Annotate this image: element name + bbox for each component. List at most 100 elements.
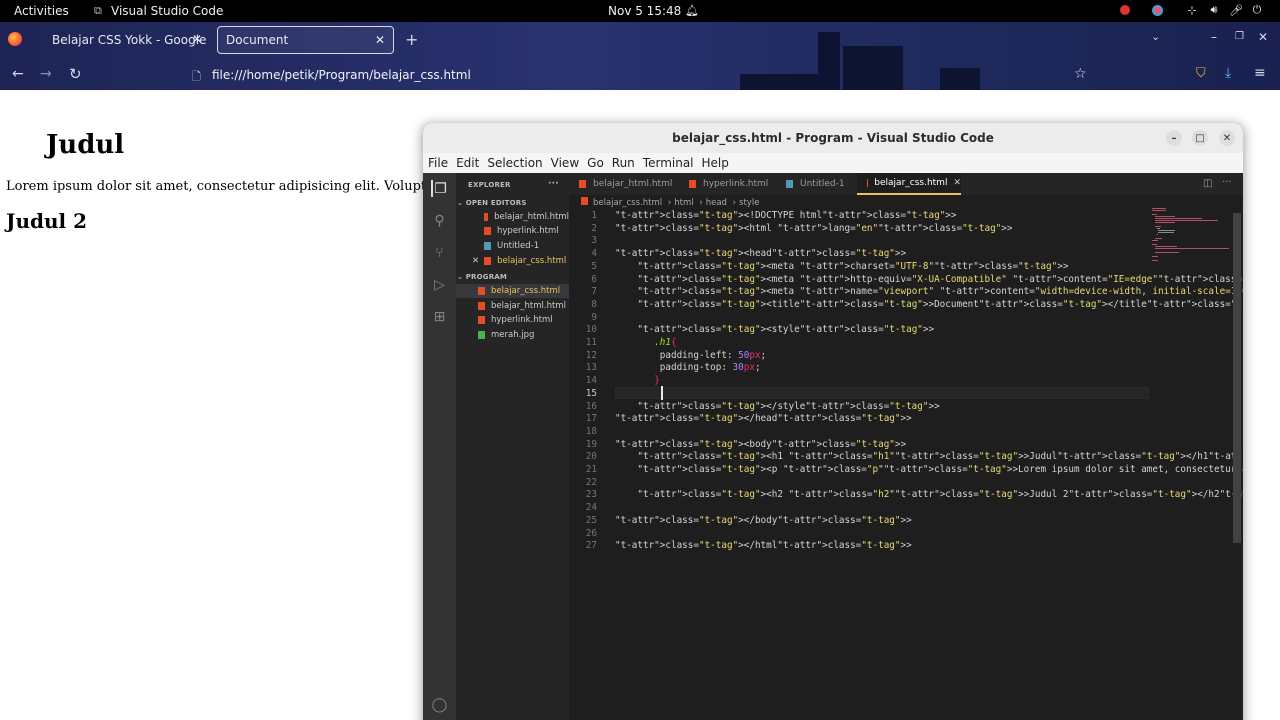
menu-terminal[interactable]: Terminal bbox=[643, 156, 694, 170]
code-line[interactable]: "t-attr">class="t-tag"><h2 "t-attr">clas… bbox=[615, 489, 1243, 500]
split-editor-icon[interactable]: ◫ bbox=[1203, 178, 1212, 189]
tab-belajar-css[interactable]: Belajar CSS Yokk - Google ✕ bbox=[38, 26, 210, 54]
close-tab-icon[interactable]: ✕ bbox=[375, 33, 385, 47]
vscode-close-icon[interactable]: ✕ bbox=[1219, 130, 1235, 146]
minimap[interactable] bbox=[1152, 208, 1232, 268]
open-editor-item[interactable]: belajar_html.html bbox=[456, 210, 569, 224]
editor-tab-active[interactable]: belajar_css.html ✕ bbox=[857, 173, 961, 195]
source-control-icon[interactable]: ⑂ bbox=[431, 244, 448, 261]
file-item-active[interactable]: belajar_css.html bbox=[456, 284, 569, 298]
editor-tab[interactable]: hyperlink.html bbox=[689, 173, 779, 195]
file-item[interactable]: belajar_html.html bbox=[456, 299, 569, 313]
editor-tab[interactable]: belajar_html.html bbox=[579, 173, 679, 195]
url-bar[interactable]: 🗋︎ file:///home/petik/Program/belajar_cs… bbox=[190, 64, 1090, 86]
back-arrow-icon[interactable]: ← bbox=[12, 66, 24, 82]
microphone-icon[interactable]: 🎤︎ bbox=[1229, 3, 1243, 17]
activities-button[interactable]: Activities bbox=[14, 4, 69, 18]
record-indicator-icon[interactable] bbox=[1118, 3, 1132, 17]
volume-icon[interactable]: 🔊︎ bbox=[1207, 3, 1221, 17]
code-line[interactable]: padding-left: 50px; bbox=[615, 350, 766, 361]
new-tab-button[interactable]: + bbox=[405, 30, 418, 49]
code-line[interactable]: "t-attr">class="t-tag"><title"t-attr">cl… bbox=[615, 299, 1243, 310]
line-number: 12 bbox=[585, 349, 597, 361]
notification-bell-icon[interactable]: 🔔︎ bbox=[685, 3, 699, 17]
bookmark-star-icon[interactable]: ☆ bbox=[1074, 66, 1087, 82]
code-line[interactable]: } bbox=[615, 375, 660, 386]
vscode-maximize-icon[interactable]: □ bbox=[1192, 130, 1208, 146]
run-debug-icon[interactable]: ▷ bbox=[431, 276, 448, 293]
code-line[interactable]: padding-top: 30px; bbox=[615, 362, 761, 373]
account-icon[interactable]: ◯ bbox=[431, 696, 448, 713]
folder-header-program[interactable]: ⌄ PROGRAM bbox=[457, 273, 507, 281]
code-line[interactable]: "t-attr">class="t-tag"><body"t-attr">cla… bbox=[615, 439, 906, 450]
editor-scrollbar[interactable] bbox=[1233, 213, 1241, 543]
open-editor-item[interactable]: hyperlink.html bbox=[456, 224, 569, 238]
network-icon[interactable]: ⊹ bbox=[1185, 3, 1199, 17]
close-tab-icon[interactable]: ✕ bbox=[953, 178, 961, 188]
power-icon[interactable]: ⏻ bbox=[1250, 3, 1264, 17]
breadcrumb-item[interactable]: html bbox=[674, 198, 693, 208]
file-item[interactable]: hyperlink.html bbox=[456, 313, 569, 327]
breadcrumb-item[interactable]: head bbox=[706, 198, 727, 208]
open-editors-header[interactable]: ⌄ OPEN EDITORS bbox=[457, 199, 527, 207]
restore-window-icon[interactable]: ❐ bbox=[1235, 31, 1244, 42]
explorer-more-icon[interactable]: ··· bbox=[548, 179, 559, 189]
code-line[interactable]: "t-attr">class="t-tag"><!DOCTYPE html"t-… bbox=[615, 210, 956, 221]
explorer-files-icon[interactable]: ❐ bbox=[431, 180, 448, 197]
downloads-icon[interactable]: ⤓ bbox=[1225, 65, 1231, 81]
vscode-app-icon: ⧉ bbox=[94, 4, 102, 17]
menu-help[interactable]: Help bbox=[702, 156, 729, 170]
code-line[interactable]: "t-attr">class="t-tag"></head"t-attr">cl… bbox=[615, 413, 912, 424]
chevron-right-icon: › bbox=[699, 198, 703, 208]
pocket-icon[interactable]: ⛉ bbox=[1196, 66, 1206, 81]
editor-area: belajar_html.html hyperlink.html Untitle… bbox=[569, 173, 1243, 720]
line-number: 21 bbox=[585, 464, 597, 475]
menu-file[interactable]: File bbox=[428, 156, 448, 170]
reload-icon[interactable]: ↻ bbox=[69, 65, 82, 83]
more-actions-icon[interactable]: ··· bbox=[1222, 177, 1232, 188]
code-line[interactable]: "t-attr">class="t-tag"><html "t-attr">la… bbox=[615, 223, 1012, 234]
code-line[interactable]: "t-attr">class="t-tag"><head"t-attr">cla… bbox=[615, 248, 906, 259]
code-line[interactable]: "t-attr">class="t-tag"></body"t-attr">cl… bbox=[615, 515, 912, 526]
menu-edit[interactable]: Edit bbox=[456, 156, 479, 170]
code-line[interactable]: "t-attr">class="t-tag"><p "t-attr">class… bbox=[615, 464, 1243, 475]
code-line[interactable]: "t-attr">class="t-tag"></html"t-attr">cl… bbox=[615, 540, 912, 551]
file-item[interactable]: merah.jpg bbox=[456, 328, 569, 342]
app-menu-label[interactable]: Visual Studio Code bbox=[111, 4, 223, 18]
close-editor-icon[interactable]: ✕ bbox=[472, 256, 479, 266]
minimap-line bbox=[1154, 218, 1203, 219]
code-line[interactable]: "t-attr">class="t-tag"><meta "t-attr">ht… bbox=[615, 274, 1243, 285]
menu-selection[interactable]: Selection bbox=[487, 156, 542, 170]
open-editor-item-active[interactable]: ✕ belajar_css.html bbox=[456, 254, 569, 268]
vscode-minimize-icon[interactable]: – bbox=[1166, 130, 1182, 146]
list-tabs-chevron-icon[interactable]: ⌄ bbox=[1151, 30, 1160, 43]
editor-tab[interactable]: Untitled-1 bbox=[786, 173, 866, 195]
breadcrumb-item[interactable]: belajar_css.html bbox=[593, 198, 662, 208]
menu-go[interactable]: Go bbox=[587, 156, 604, 170]
forward-arrow-icon[interactable]: → bbox=[40, 66, 52, 82]
open-editor-item[interactable]: Untitled-1 bbox=[456, 239, 569, 253]
line-number: 23 bbox=[585, 489, 597, 501]
search-icon[interactable]: ⚲ bbox=[431, 212, 448, 229]
hamburger-menu-icon[interactable]: ≡ bbox=[1254, 65, 1266, 81]
code-line[interactable]: "t-attr">class="t-tag"><h1 "t-attr">clas… bbox=[615, 451, 1243, 462]
menu-view[interactable]: View bbox=[551, 156, 579, 170]
code-line[interactable]: "t-attr">class="t-tag"><meta "t-attr">ch… bbox=[615, 261, 1068, 272]
clock[interactable]: Nov 5 15:48 bbox=[608, 4, 681, 18]
code-line[interactable]: "t-attr">class="t-tag"></style"t-attr">c… bbox=[615, 401, 939, 412]
vscode-title-bar[interactable]: belajar_css.html - Program - Visual Stud… bbox=[423, 123, 1243, 153]
minimap-line bbox=[1154, 220, 1218, 221]
code-line[interactable]: .h1{ bbox=[615, 337, 676, 348]
tab-document[interactable]: Document ✕ bbox=[217, 26, 394, 54]
browser-chrome: Belajar CSS Yokk - Google ✕ Document ✕ +… bbox=[0, 22, 1280, 90]
menu-run[interactable]: Run bbox=[612, 156, 635, 170]
close-window-icon[interactable]: ✕ bbox=[1258, 30, 1268, 44]
code-line[interactable]: "t-attr">class="t-tag"><meta "t-attr">na… bbox=[615, 286, 1243, 297]
minimize-window-icon[interactable]: – bbox=[1211, 30, 1217, 44]
breadcrumb-item[interactable]: style bbox=[739, 198, 759, 208]
minimap-line bbox=[1156, 228, 1161, 229]
close-tab-icon[interactable]: ✕ bbox=[192, 32, 202, 46]
code-line[interactable]: "t-attr">class="t-tag"><style"t-attr">cl… bbox=[615, 324, 934, 335]
extensions-icon[interactable]: ⊞ bbox=[431, 308, 448, 325]
app-indicator-icon[interactable] bbox=[1150, 3, 1164, 17]
